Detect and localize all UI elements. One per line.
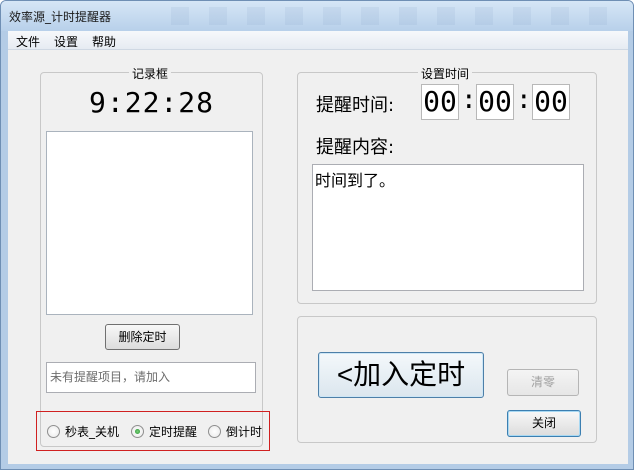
window-title: 效率源_计时提醒器 <box>9 10 112 24</box>
reminder-time-label: 提醒时间: <box>316 95 395 116</box>
time-separator: : <box>461 85 477 115</box>
current-time-clock: 9:22:28 <box>89 86 215 119</box>
timer-list[interactable] <box>46 131 253 315</box>
record-group: 记录框 9:22:28 删除定时 未有提醒项目，请加入 <box>40 65 263 447</box>
mode-countdown[interactable]: 倒计时 <box>208 423 262 440</box>
time-separator: : <box>516 85 532 115</box>
title-bar-background <box>151 7 621 25</box>
app-window: 效率源_计时提醒器 文件 设置 帮助 记录框 9:22:28 删除定时 未有提醒… <box>0 0 634 470</box>
menu-file[interactable]: 文件 <box>12 33 44 50</box>
mode-stopwatch-label: 秒表_关机 <box>65 425 120 439</box>
status-field[interactable]: 未有提醒项目，请加入 <box>46 362 256 393</box>
clear-button[interactable]: 清零 <box>507 369 579 396</box>
mode-stopwatch-shutdown[interactable]: 秒表_关机 <box>47 423 119 440</box>
settings-group: 设置时间 提醒时间: 00 : 00 : 00 提醒内容: 时间到了。 <box>297 65 597 304</box>
seconds-input[interactable]: 00 <box>532 84 570 120</box>
add-timer-button[interactable]: <加入定时 <box>318 352 484 398</box>
reminder-content-label: 提醒内容: <box>316 137 395 158</box>
menu-bar: 文件 设置 帮助 <box>8 31 628 50</box>
radio-reminder-checked-icon <box>131 425 144 438</box>
record-group-legend: 记录框 <box>129 65 172 82</box>
title-bar[interactable]: 效率源_计时提醒器 <box>1 1 633 31</box>
mode-reminder-label: 定时提醒 <box>149 425 198 439</box>
hours-input[interactable]: 00 <box>421 84 459 120</box>
minutes-input[interactable]: 00 <box>476 84 514 120</box>
reminder-content-text: 时间到了。 <box>315 171 396 190</box>
client-area: 记录框 9:22:28 删除定时 未有提醒项目，请加入 秒表_关机 定时提醒 倒… <box>8 50 628 464</box>
mode-countdown-label: 倒计时 <box>226 425 263 439</box>
radio-countdown-icon <box>208 425 221 438</box>
close-button[interactable]: 关闭 <box>507 410 581 437</box>
mode-timed-reminder[interactable]: 定时提醒 <box>131 423 197 440</box>
menu-help[interactable]: 帮助 <box>88 33 120 50</box>
settings-group-legend: 设置时间 <box>418 65 473 82</box>
action-group: <加入定时 清零 关闭 <box>297 316 597 443</box>
reminder-content-input[interactable]: 时间到了。 <box>312 164 584 291</box>
delete-timer-button[interactable]: 删除定时 <box>105 324 180 350</box>
mode-radio-group: 秒表_关机 定时提醒 倒计时 <box>36 411 270 451</box>
radio-stopwatch-icon <box>47 425 60 438</box>
status-placeholder: 未有提醒项目，请加入 <box>50 370 171 384</box>
menu-settings[interactable]: 设置 <box>50 33 82 50</box>
